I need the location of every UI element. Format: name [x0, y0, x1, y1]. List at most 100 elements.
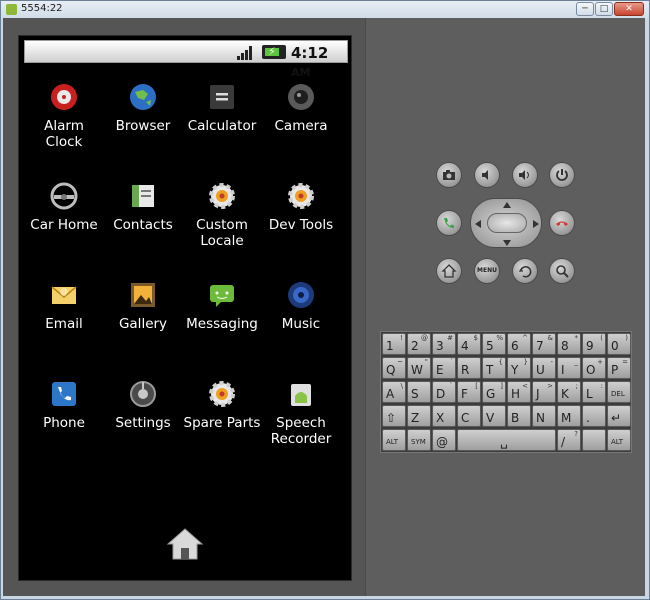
key-blank[interactable] — [582, 429, 606, 451]
key-0[interactable]: 0) — [607, 333, 631, 355]
key-alt-label: " — [424, 358, 428, 366]
key-del[interactable]: DEL — [607, 381, 631, 403]
key-space[interactable]: ␣ — [457, 429, 556, 451]
app-phone[interactable]: Phone — [24, 379, 104, 431]
app-label: Settings — [115, 415, 171, 431]
home-button[interactable] — [436, 258, 462, 284]
key-p[interactable]: P = — [607, 357, 631, 379]
key-alt-label: ! — [400, 334, 403, 342]
key-2[interactable]: 2 @ — [407, 333, 431, 355]
app-custom-locale[interactable]: Custom Locale — [182, 181, 262, 249]
key-t[interactable]: T{ — [482, 357, 506, 379]
camera-button[interactable] — [436, 162, 462, 188]
key-r[interactable]: R — [457, 357, 481, 379]
volume-down-button[interactable] — [474, 162, 500, 188]
key-y[interactable]: Y} — [507, 357, 531, 379]
key-9[interactable]: 9( — [582, 333, 606, 355]
key-at[interactable]: @ — [432, 429, 456, 451]
key-label: K — [561, 387, 569, 401]
maximize-button[interactable]: □ — [595, 2, 613, 16]
dpad[interactable] — [470, 198, 542, 248]
key-h[interactable]: H < — [507, 381, 531, 403]
back-button[interactable] — [512, 258, 538, 284]
key-g[interactable]: G] — [482, 381, 506, 403]
app-browser[interactable]: Browser — [103, 82, 183, 134]
key-alt-label: _ — [574, 358, 579, 366]
app-camera[interactable]: Camera — [261, 82, 341, 134]
key-alt-label: = — [622, 358, 628, 366]
close-button[interactable]: ✕ — [614, 2, 644, 16]
key-j[interactable]: J > — [532, 381, 556, 403]
key-alt-right[interactable]: ALT — [607, 429, 631, 451]
home-drawer-icon[interactable] — [165, 526, 205, 562]
key-c[interactable]: C — [457, 405, 481, 427]
search-button[interactable] — [549, 258, 575, 284]
key-e[interactable]: E ´ — [432, 357, 456, 379]
key-f[interactable]: F[ — [457, 381, 481, 403]
key-l[interactable]: L: — [582, 381, 606, 403]
app-calculator[interactable]: Calculator — [182, 82, 262, 134]
dpad-up-icon — [503, 202, 511, 208]
key-i[interactable]: I _ — [557, 357, 581, 379]
key-a[interactable]: A \ — [382, 381, 406, 403]
key-alt-left[interactable]: ALT — [382, 429, 406, 451]
key-d[interactable]: D ` — [432, 381, 456, 403]
key-k[interactable]: K; — [557, 381, 581, 403]
key-m[interactable]: M — [557, 405, 581, 427]
key-label: V — [486, 411, 495, 425]
key-label: R — [461, 363, 470, 377]
call-button[interactable] — [436, 210, 462, 236]
key-6[interactable]: 6 ^ — [507, 333, 531, 355]
app-alarm-clock[interactable]: Alarm Clock — [24, 82, 104, 150]
key-label: 1 — [386, 339, 394, 353]
key-1[interactable]: 1! — [382, 333, 406, 355]
key-shift[interactable]: ⇧ — [382, 405, 406, 427]
app-contacts[interactable]: Contacts — [103, 181, 183, 233]
app-gallery[interactable]: Gallery — [103, 280, 183, 332]
app-spare-parts[interactable]: Spare Parts — [182, 379, 262, 431]
key-label: SYM — [411, 438, 426, 446]
key-alt-label: ; — [575, 382, 578, 390]
minimize-button[interactable]: ─ — [576, 2, 594, 16]
title-bar[interactable]: 5554:22 ─ □ ✕ — [1, 1, 649, 19]
key-o[interactable]: O + — [582, 357, 606, 379]
power-button[interactable] — [549, 162, 575, 188]
key-x[interactable]: X — [432, 405, 456, 427]
key-z[interactable]: Z — [407, 405, 431, 427]
app-car-home[interactable]: Car Home — [24, 181, 104, 233]
status-bar[interactable]: ⚡ 4:12 AM — [24, 40, 348, 79]
key-s[interactable]: S — [407, 381, 431, 403]
key-w[interactable]: W " — [407, 357, 431, 379]
key-q[interactable]: Q ~ — [382, 357, 406, 379]
device-screen[interactable]: ⚡ 4:12 AM Alarm Clock Browser Calculator… — [18, 35, 352, 581]
svg-text:@: @ — [60, 287, 68, 296]
key-7[interactable]: 7 & — [532, 333, 556, 355]
volume-up-button[interactable] — [512, 162, 538, 188]
key-5[interactable]: 5% — [482, 333, 506, 355]
key-8[interactable]: 8 * — [557, 333, 581, 355]
key-sym[interactable]: SYM — [407, 429, 431, 451]
key-3[interactable]: 3 # — [432, 333, 456, 355]
key-label: J — [536, 387, 540, 401]
key-b[interactable]: B — [507, 405, 531, 427]
dpad-center-button[interactable] — [487, 213, 527, 233]
app-speech-recorder[interactable]: Speech Recorder — [261, 379, 341, 447]
key-n[interactable]: N — [532, 405, 556, 427]
key-4[interactable]: 4 $ — [457, 333, 481, 355]
end-call-button[interactable] — [549, 210, 575, 236]
key-v[interactable]: V — [482, 405, 506, 427]
menu-button[interactable]: MENU — [474, 258, 500, 284]
app-music[interactable]: Music — [261, 280, 341, 332]
app-email[interactable]: @ Email — [24, 280, 104, 332]
key-period[interactable]: . — [582, 405, 606, 427]
key-u[interactable]: U- — [532, 357, 556, 379]
app-messaging[interactable]: Messaging — [182, 280, 262, 332]
key-label: B — [511, 411, 520, 425]
app-settings[interactable]: Settings — [103, 379, 183, 431]
app-dev-tools[interactable]: Dev Tools — [261, 181, 341, 233]
speaker-icon — [288, 282, 314, 308]
key-enter[interactable]: ↵ — [607, 405, 631, 427]
key-slash[interactable]: /? — [557, 429, 581, 451]
app-label: Messaging — [186, 316, 258, 332]
app-label: Dev Tools — [268, 217, 334, 233]
